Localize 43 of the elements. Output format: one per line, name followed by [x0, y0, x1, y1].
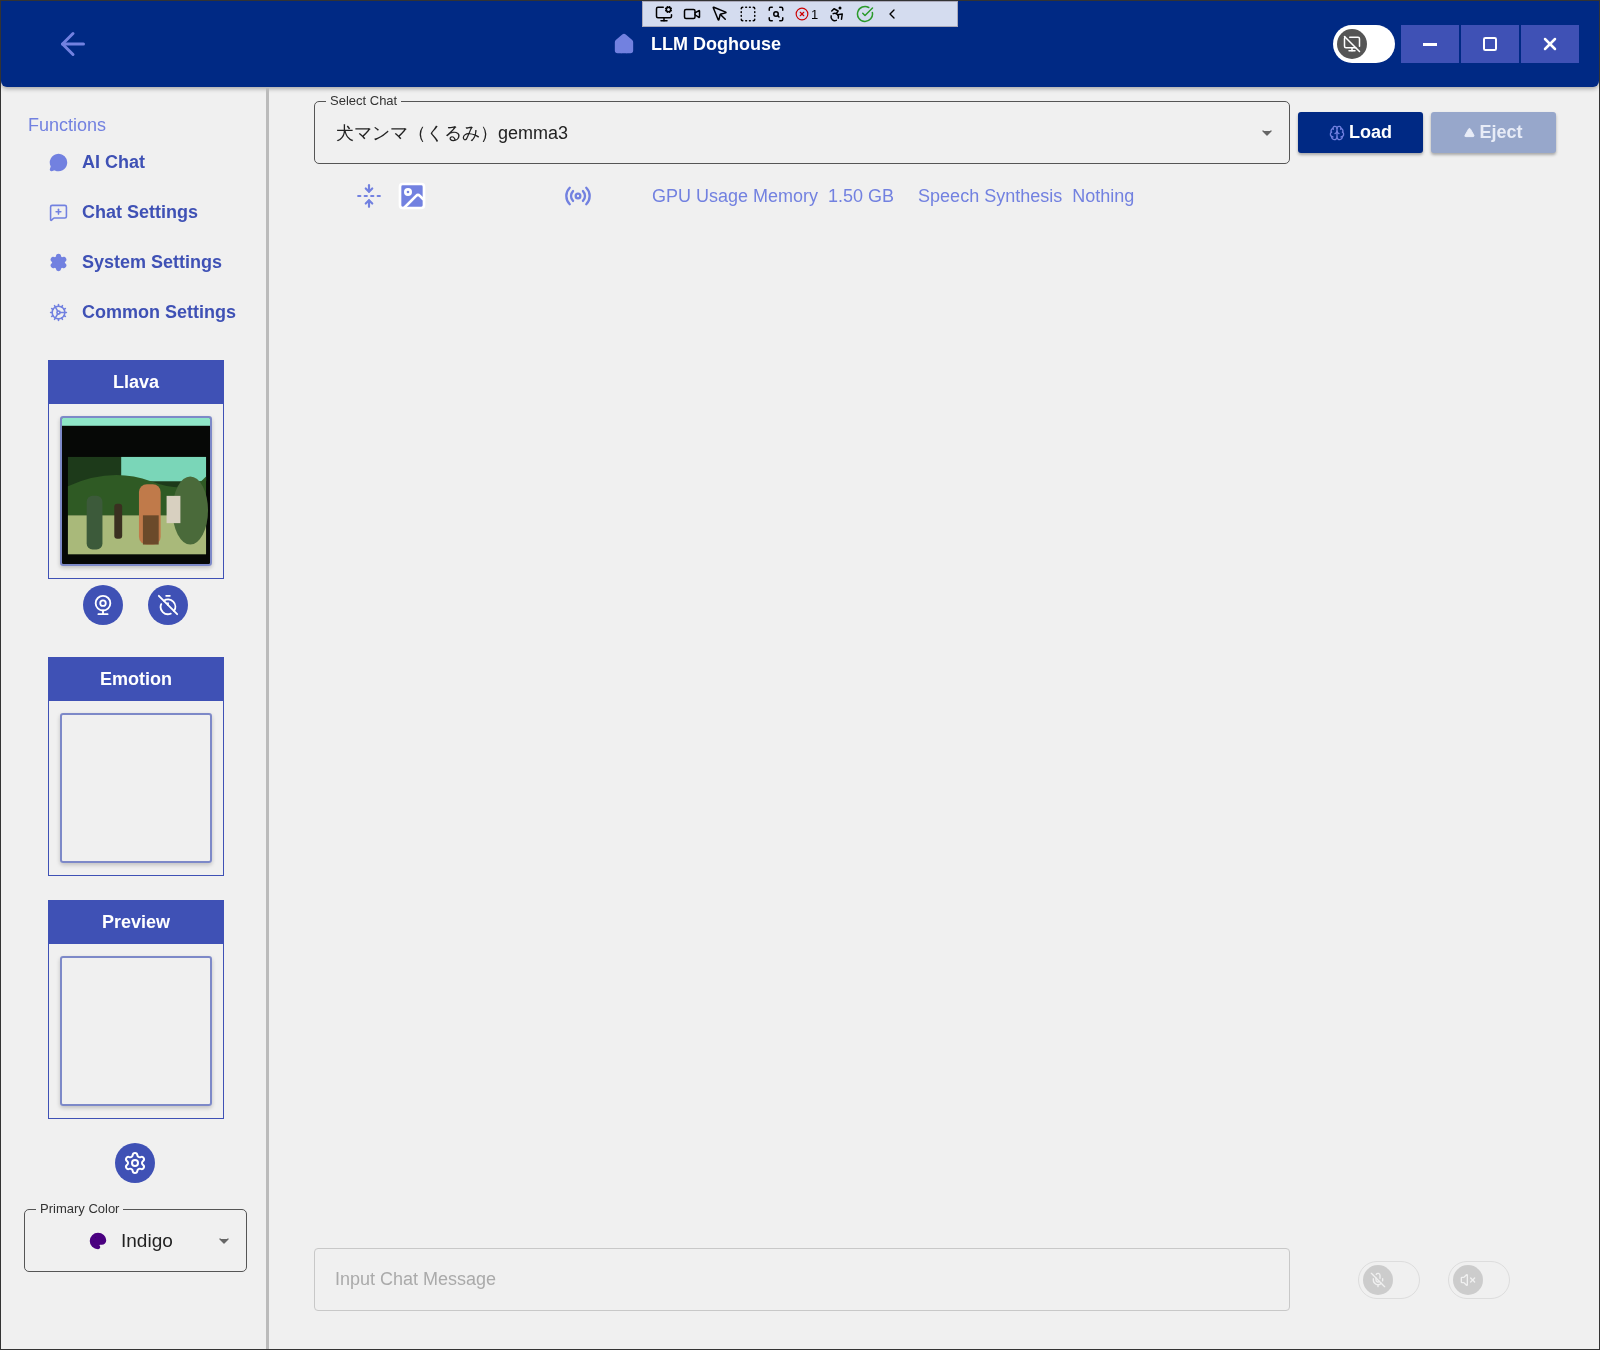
panel-title: Preview — [49, 901, 223, 944]
palette-icon — [89, 1231, 107, 1250]
sidebar-item[interactable]: AI Chat — [49, 152, 266, 173]
timer-off-icon — [157, 594, 179, 616]
gear-icon — [123, 1151, 147, 1175]
maximize-icon — [1482, 36, 1498, 52]
status-value: Nothing — [1072, 185, 1135, 207]
compress-icon[interactable] — [356, 183, 382, 209]
mute-icon — [1460, 1271, 1476, 1288]
screen-off-icon — [1343, 35, 1361, 53]
sidebar-heading: Functions — [28, 115, 108, 136]
load-button[interactable]: Load — [1298, 112, 1423, 153]
status-value: 1.50 GB — [828, 185, 895, 207]
home-icon — [613, 33, 635, 55]
error-icon[interactable] — [795, 7, 809, 21]
error-count: 1 — [811, 6, 819, 22]
chat-bubble-icon — [49, 153, 68, 172]
status-label: GPU Usage Memory — [652, 185, 819, 207]
frame-icon[interactable] — [739, 5, 757, 23]
panel-title: Llava — [49, 361, 223, 404]
eject-icon — [1464, 127, 1476, 138]
inspect-icon[interactable] — [767, 5, 785, 23]
mic-off-icon — [1370, 1271, 1386, 1288]
status-label: Speech Synthesis — [918, 185, 1063, 207]
panel-title: Emotion — [49, 658, 223, 701]
brightness-button[interactable] — [115, 1143, 155, 1183]
timer-off-button[interactable] — [148, 585, 188, 625]
close-button[interactable] — [1521, 25, 1579, 63]
sidebar-item[interactable]: System Settings — [49, 252, 266, 273]
image-icon[interactable] — [396, 180, 428, 212]
sidebar-item[interactable]: Chat Settings — [49, 202, 266, 223]
pointer-icon[interactable] — [711, 5, 729, 23]
webcam-button[interactable] — [83, 585, 123, 625]
webcam-icon — [92, 594, 114, 616]
check-icon[interactable] — [856, 5, 875, 23]
chat-add-icon — [49, 203, 68, 222]
maximize-button[interactable] — [1461, 25, 1519, 63]
chat-input-field[interactable]: Input Chat Message — [314, 1248, 1290, 1311]
minimize-icon — [1423, 42, 1437, 46]
toggle-switch[interactable] — [1333, 25, 1395, 63]
brain-icon — [1329, 124, 1345, 141]
sidebar-item[interactable]: Common Settings — [49, 302, 266, 323]
window-title: LLM Doghouse — [651, 33, 781, 55]
